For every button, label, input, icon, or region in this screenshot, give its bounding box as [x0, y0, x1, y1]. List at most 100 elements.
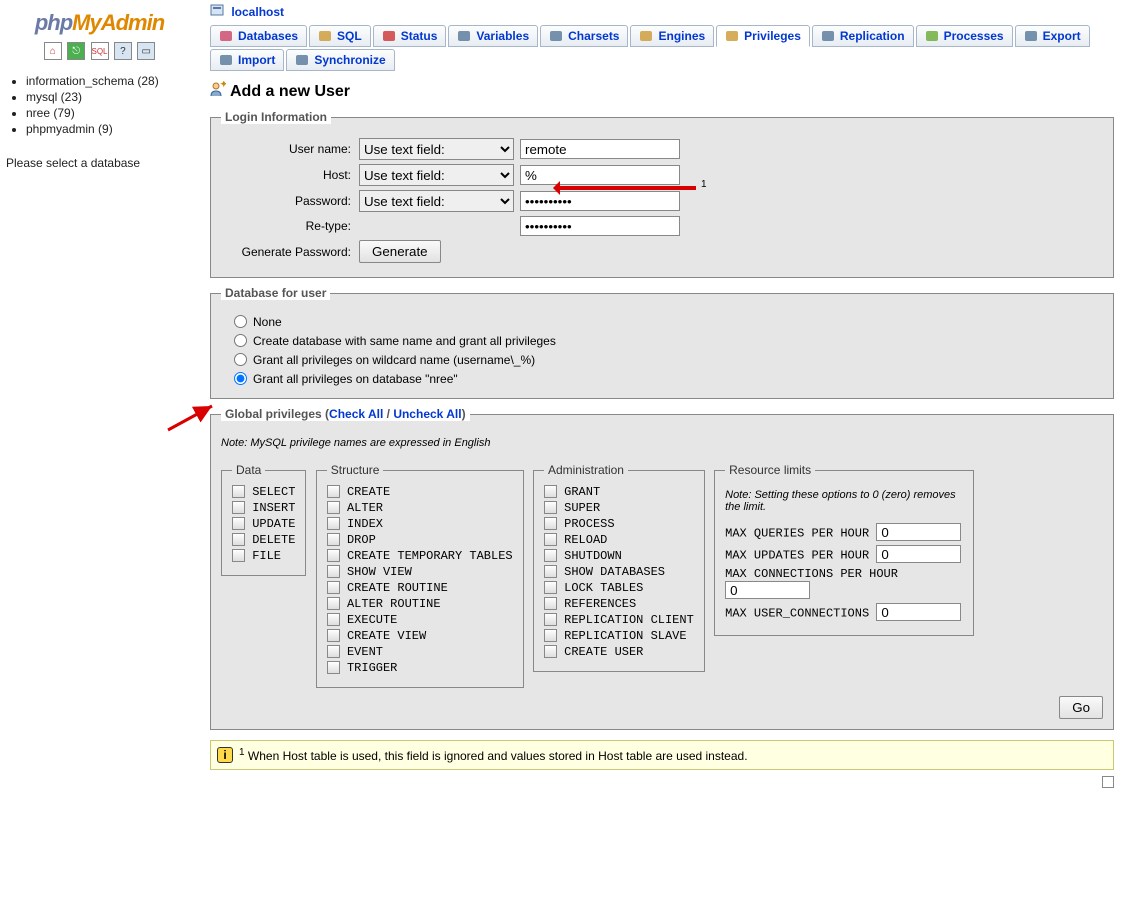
privilege-checkbox[interactable]: ALTER [327, 501, 513, 515]
db-for-user-option[interactable]: Grant all privileges on wildcard name (u… [229, 350, 1103, 367]
privilege-checkbox[interactable]: ALTER ROUTINE [327, 597, 513, 611]
privilege-checkbox[interactable]: SELECT [232, 485, 295, 499]
host-mode-select[interactable]: Use text field: [359, 164, 514, 186]
main-content: localhost DatabasesSQLStatusVariablesCha… [200, 0, 1124, 920]
host-input[interactable] [520, 165, 680, 185]
db-for-user-option[interactable]: None [229, 312, 1103, 329]
privilege-checkbox[interactable]: SUPER [544, 501, 694, 515]
privilege-checkbox[interactable]: FILE [232, 549, 295, 563]
privilege-checkbox[interactable]: SHUTDOWN [544, 549, 694, 563]
tab-variables[interactable]: Variables [448, 25, 538, 47]
tab-import[interactable]: Import [210, 49, 284, 71]
login-legend: Login Information [221, 110, 331, 124]
db-for-user-option[interactable]: Create database with same name and grant… [229, 331, 1103, 348]
docs-icon[interactable]: ? [114, 42, 132, 60]
privilege-checkbox[interactable]: EXECUTE [327, 613, 513, 627]
privilege-checkbox[interactable]: LOCK TABLES [544, 581, 694, 595]
privilege-checkbox[interactable]: CREATE [327, 485, 513, 499]
password-input[interactable] [520, 191, 680, 211]
retype-input[interactable] [520, 216, 680, 236]
tab-export[interactable]: Export [1015, 25, 1090, 47]
privilege-checkbox[interactable]: REPLICATION SLAVE [544, 629, 694, 643]
privilege-checkbox[interactable]: CREATE ROUTINE [327, 581, 513, 595]
privilege-checkbox[interactable]: GRANT [544, 485, 694, 499]
limit-input[interactable] [876, 523, 961, 541]
import-icon [219, 53, 235, 67]
export-icon [1024, 29, 1040, 43]
tab-sql[interactable]: SQL [309, 25, 371, 47]
resource-limit-row: MAX USER_CONNECTIONS [725, 603, 963, 621]
retype-label: Re-type: [221, 219, 351, 233]
synchronize-icon [295, 53, 311, 67]
privilege-checkbox[interactable]: EVENT [327, 645, 513, 659]
generate-button[interactable]: Generate [359, 240, 441, 263]
privilege-checkbox[interactable]: SHOW VIEW [327, 565, 513, 579]
tab-replication[interactable]: Replication [812, 25, 914, 47]
page-title: ✦ Add a new User [210, 81, 1114, 102]
server-icon [210, 4, 226, 18]
username-label: User name: [221, 142, 351, 156]
open-new-window-icon[interactable] [1102, 776, 1114, 788]
sidebar-db-item[interactable]: nree (79) [26, 106, 193, 120]
db-for-user-option[interactable]: Grant all privileges on database "nree" [229, 369, 1103, 386]
footnote-1-ref: 1 [701, 179, 707, 190]
go-button[interactable]: Go [1059, 696, 1103, 719]
engines-icon [639, 29, 655, 43]
uncheck-all-link[interactable]: Uncheck All [393, 407, 461, 421]
sidebar-toolbar: ⌂ ⎋ SQL ? ▭ [6, 42, 193, 60]
databases-icon [219, 29, 235, 43]
privilege-checkbox[interactable]: CREATE TEMPORARY TABLES [327, 549, 513, 563]
privilege-checkbox[interactable]: CREATE VIEW [327, 629, 513, 643]
host-label: Host: [221, 168, 351, 182]
sidebar: phpMyAdmin ⌂ ⎋ SQL ? ▭ information_schem… [0, 0, 200, 920]
tab-synchronize[interactable]: Synchronize [286, 49, 394, 71]
variables-icon [457, 29, 473, 43]
privilege-checkbox[interactable]: INDEX [327, 517, 513, 531]
exit-icon[interactable]: ⎋ [67, 42, 85, 60]
privilege-checkbox[interactable]: DROP [327, 533, 513, 547]
sidebar-db-item[interactable]: mysql (23) [26, 90, 193, 104]
privilege-checkbox[interactable]: TRIGGER [327, 661, 513, 675]
svg-text:✦: ✦ [220, 81, 226, 89]
query-window-icon[interactable]: ▭ [137, 42, 155, 60]
charsets-icon [549, 29, 565, 43]
database-list: information_schema (28) mysql (23) nree (7… [6, 74, 193, 136]
limit-input[interactable] [725, 581, 810, 599]
privilege-checkbox[interactable]: PROCESS [544, 517, 694, 531]
home-icon[interactable]: ⌂ [44, 42, 62, 60]
add-user-icon: ✦ [210, 81, 226, 102]
db-for-user-legend: Database for user [221, 286, 330, 300]
tab-engines[interactable]: Engines [630, 25, 714, 47]
privilege-checkbox[interactable]: INSERT [232, 501, 295, 515]
breadcrumb-server[interactable]: localhost [231, 5, 284, 19]
privilege-checkbox[interactable]: DELETE [232, 533, 295, 547]
check-all-link[interactable]: Check All [329, 407, 383, 421]
sidebar-db-item[interactable]: phpmyadmin (9) [26, 122, 193, 136]
limits-note: Note: Setting these options to 0 (zero) … [725, 489, 963, 513]
tab-privileges[interactable]: Privileges [716, 25, 810, 47]
privilege-checkbox[interactable]: UPDATE [232, 517, 295, 531]
limit-input[interactable] [876, 603, 961, 621]
structure-privileges: Structure CREATE ALTER INDEX DROP CREATE… [316, 463, 524, 688]
replication-icon [821, 29, 837, 43]
limit-input[interactable] [876, 545, 961, 563]
password-mode-select[interactable]: Use text field: [359, 190, 514, 212]
username-input[interactable] [520, 139, 680, 159]
resource-limit-row: MAX UPDATES PER HOUR [725, 545, 963, 563]
tab-processes[interactable]: Processes [916, 25, 1013, 47]
privilege-checkbox[interactable]: REPLICATION CLIENT [544, 613, 694, 627]
tab-status[interactable]: Status [373, 25, 447, 47]
logo: phpMyAdmin [6, 10, 193, 36]
processes-icon [925, 29, 941, 43]
tab-databases[interactable]: Databases [210, 25, 307, 47]
login-information-fieldset: Login Information 1 User name: Use text … [210, 110, 1114, 278]
privilege-checkbox[interactable]: CREATE USER [544, 645, 694, 659]
resource-limits: Resource limits Note: Setting these opti… [714, 463, 974, 636]
privilege-checkbox[interactable]: RELOAD [544, 533, 694, 547]
sql-icon[interactable]: SQL [91, 42, 109, 60]
sidebar-db-item[interactable]: information_schema (28) [26, 74, 193, 88]
privilege-checkbox[interactable]: REFERENCES [544, 597, 694, 611]
tab-charsets[interactable]: Charsets [540, 25, 628, 47]
privilege-checkbox[interactable]: SHOW DATABASES [544, 565, 694, 579]
username-mode-select[interactable]: Use text field: [359, 138, 514, 160]
